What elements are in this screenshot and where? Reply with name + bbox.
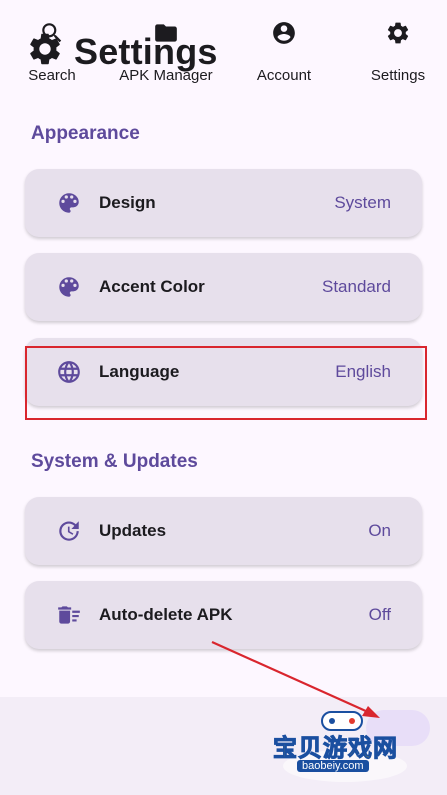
setting-value: English	[335, 362, 391, 381]
palette-icon	[56, 190, 82, 216]
watermark-url: baobeiy.com	[297, 760, 369, 772]
nav-label: Settings	[370, 67, 426, 84]
setting-design[interactable]: Design System	[25, 169, 422, 237]
section-title-system-updates: System & Updates	[31, 451, 198, 472]
setting-label: Auto-delete APK	[99, 605, 233, 624]
palette-icon	[56, 274, 82, 300]
account-icon	[271, 20, 297, 46]
search-icon	[39, 20, 65, 46]
setting-label: Language	[99, 362, 180, 381]
folder-icon	[153, 20, 179, 46]
setting-label: Design	[99, 193, 156, 212]
nav-label: Account	[256, 67, 312, 84]
setting-label: Accent Color	[99, 277, 205, 296]
setting-value: System	[334, 193, 391, 212]
setting-value: On	[368, 521, 391, 540]
setting-accent-color[interactable]: Accent Color Standard	[25, 253, 422, 321]
nav-item-account[interactable]: Account	[249, 0, 319, 98]
delete-list-icon	[56, 602, 82, 628]
setting-updates[interactable]: Updates On	[25, 497, 422, 565]
nav-item-settings[interactable]: Settings	[357, 0, 439, 98]
setting-auto-delete-apk[interactable]: Auto-delete APK Off	[25, 581, 422, 649]
nav-item-apk-manager[interactable]: APK Manager	[113, 0, 219, 98]
update-icon	[56, 518, 82, 544]
watermark-text: 宝贝游戏网	[273, 734, 398, 763]
setting-language[interactable]: Language English	[25, 338, 422, 406]
nav-item-search[interactable]: Search	[22, 0, 82, 98]
nav-label: APK Manager	[119, 67, 213, 84]
setting-value: Standard	[322, 277, 391, 296]
globe-icon	[56, 359, 82, 385]
gear-icon	[385, 20, 411, 46]
setting-label: Updates	[99, 521, 167, 540]
setting-value: Off	[368, 605, 391, 624]
section-title-appearance: Appearance	[31, 123, 140, 144]
nav-label: Search	[28, 67, 76, 84]
